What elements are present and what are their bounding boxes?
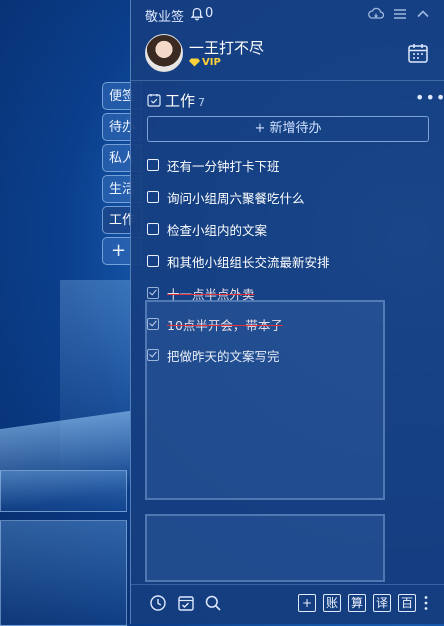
- todo-text: 10点半开会，带本子: [167, 317, 283, 333]
- bell-icon[interactable]: [189, 6, 205, 22]
- category-name: 工作: [165, 91, 196, 110]
- calculator-button[interactable]: 算: [348, 594, 366, 612]
- translate-button[interactable]: 译: [373, 594, 391, 612]
- ledger-button[interactable]: 账: [323, 594, 341, 612]
- note-panel: 敬业签 0 一王打不尽 VIP 工作 7 ••• + 新增待办 还有一分钟打卡下…: [130, 0, 444, 624]
- todo-checkbox[interactable]: [147, 159, 159, 171]
- todo-item[interactable]: 还有一分钟打卡下班: [147, 155, 280, 175]
- vip-badge: VIP: [189, 56, 221, 68]
- add-note-button[interactable]: +: [298, 594, 316, 612]
- avatar[interactable]: [145, 34, 183, 72]
- clock-icon[interactable]: [149, 594, 167, 612]
- search-icon[interactable]: [204, 594, 222, 612]
- bottom-toolbar: + 账 算 译 百: [131, 584, 444, 625]
- todo-item-done[interactable]: 十一点半点外卖: [147, 283, 255, 303]
- todo-item[interactable]: 检查小组内的文案: [147, 219, 267, 239]
- category-count: 7: [198, 95, 206, 109]
- plus-icon: +: [254, 121, 266, 136]
- more-icon[interactable]: •••: [415, 88, 444, 107]
- app-title: 敬业签: [145, 10, 185, 25]
- baidu-button[interactable]: 百: [398, 594, 416, 612]
- todo-text: 询问小组周六聚餐吃什么: [167, 190, 305, 206]
- notification-count: 0: [205, 6, 214, 21]
- todo-checkbox[interactable]: [147, 191, 159, 203]
- top-bar: 敬业签 0: [131, 0, 444, 28]
- todo-text: 十一点半点外卖: [167, 286, 255, 302]
- collapse-icon[interactable]: [414, 5, 432, 23]
- username: 一王打不尽: [189, 39, 265, 57]
- checklist-icon[interactable]: [177, 594, 195, 612]
- todo-checkbox-checked[interactable]: [147, 349, 159, 361]
- todo-item[interactable]: 和其他小组组长交流最新安排: [147, 251, 330, 271]
- category-header: 工作 7: [147, 90, 205, 110]
- add-todo-label: 新增待办: [269, 121, 322, 136]
- vertical-more-icon[interactable]: [421, 594, 431, 612]
- todo-item-done[interactable]: 10点半开会，带本子: [147, 314, 283, 334]
- todo-checkbox-checked[interactable]: [147, 318, 159, 330]
- background-reflection: [145, 514, 385, 582]
- cloud-icon[interactable]: [367, 5, 385, 23]
- todo-item[interactable]: 询问小组周六聚餐吃什么: [147, 187, 305, 207]
- todo-text: 还有一分钟打卡下班: [167, 158, 280, 174]
- todo-text: 检查小组内的文案: [167, 222, 268, 238]
- todo-checkbox[interactable]: [147, 223, 159, 235]
- calendar-icon[interactable]: [407, 42, 429, 64]
- todo-text: 把做昨天的文案写完: [167, 348, 280, 364]
- menu-icon[interactable]: [391, 5, 409, 23]
- todo-checkbox-checked[interactable]: [147, 287, 159, 299]
- diamond-icon: [189, 58, 200, 66]
- category-check-icon: [147, 94, 161, 107]
- todo-item-done[interactable]: 把做昨天的文案写完: [147, 345, 280, 365]
- add-todo-button[interactable]: + 新增待办: [147, 116, 429, 142]
- todo-text: 和其他小组组长交流最新安排: [167, 254, 330, 270]
- header-divider: [131, 80, 444, 81]
- vip-label: VIP: [202, 56, 221, 68]
- todo-checkbox[interactable]: [147, 255, 159, 267]
